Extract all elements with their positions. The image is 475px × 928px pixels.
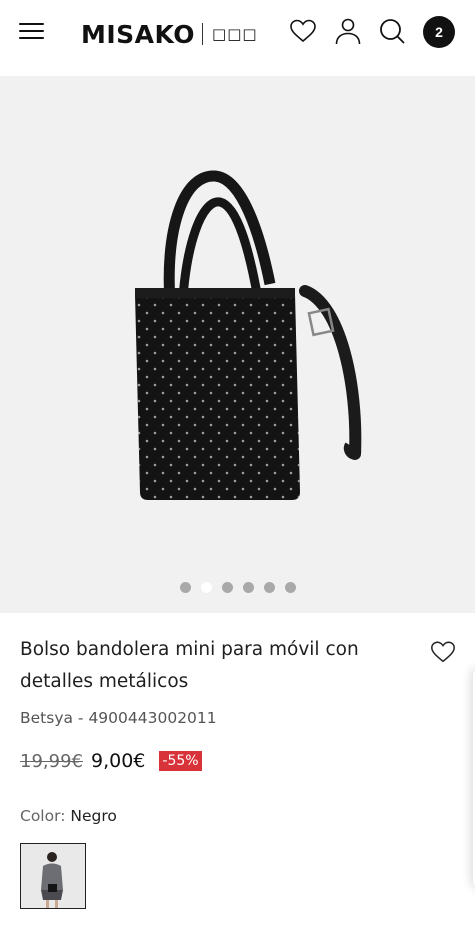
product-reference: Betsya - 4900443002011 (20, 709, 217, 727)
color-swatch-negro[interactable] (20, 843, 86, 909)
menu-icon[interactable] (19, 21, 45, 41)
price-row: 19,99€ 9,00€ -55% (20, 748, 202, 774)
color-value: Negro (70, 807, 117, 825)
gallery-dots (0, 582, 475, 594)
discount-badge: -55% (159, 751, 202, 771)
product-title: Bolso bandolera mini para móvil con deta… (20, 639, 359, 692)
color-row: Color: Negro (20, 807, 117, 825)
product-gallery[interactable] (0, 76, 475, 613)
gallery-dot-4[interactable] (242, 582, 254, 593)
gallery-dot-5[interactable] (263, 582, 275, 593)
header: MISAKO □□□ 2 (0, 0, 475, 76)
heart-icon[interactable] (288, 16, 318, 46)
user-icon[interactable] (333, 16, 363, 46)
gallery-dot-6[interactable] (284, 582, 296, 593)
current-price: 9,00€ (90, 750, 146, 772)
product-image (135, 170, 362, 500)
gallery-dot-3[interactable] (221, 582, 233, 593)
old-price: 19,99€ (20, 750, 83, 772)
cart-badge[interactable]: 2 (423, 16, 455, 48)
gallery-dot-2[interactable] (200, 582, 212, 593)
logo-glyphs: □□□ (212, 25, 258, 43)
logo[interactable]: MISAKO □□□ (81, 17, 258, 51)
swatch-thumbnail (21, 844, 85, 908)
gallery-dot-1[interactable] (179, 582, 191, 593)
color-label: Color: (20, 807, 66, 825)
logo-divider (202, 23, 204, 45)
add-to-wishlist-heart-icon[interactable] (429, 638, 457, 666)
logo-text: MISAKO (81, 19, 196, 49)
search-icon[interactable] (377, 16, 407, 46)
